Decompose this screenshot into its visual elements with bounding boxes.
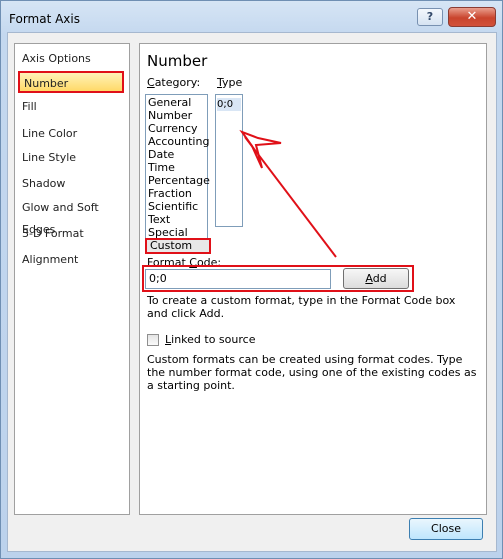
linked-to-source-label[interactable]: Linked to source xyxy=(165,333,255,346)
sidebar-item-3d-format[interactable]: 3-D Format xyxy=(18,223,124,245)
category-option-percentage[interactable]: Percentage xyxy=(148,174,210,187)
close-icon: ✕ xyxy=(466,9,478,24)
custom-format-help-text: Custom formats can be created using form… xyxy=(147,353,477,392)
category-option-custom[interactable]: Custom xyxy=(145,238,211,254)
category-option-time[interactable]: Time xyxy=(148,161,175,174)
category-sidebar: Axis Options Number Fill Line Color Line… xyxy=(14,43,130,515)
dialog-title: Format Axis xyxy=(9,12,80,26)
sidebar-item-number[interactable]: Number xyxy=(18,71,124,93)
category-option-date[interactable]: Date xyxy=(148,148,174,161)
section-title: Number xyxy=(147,52,208,70)
sidebar-item-glow-and-soft-edges[interactable]: Glow and Soft Edges xyxy=(18,197,124,236)
category-option-text[interactable]: Text xyxy=(148,213,170,226)
window-close-button[interactable]: ✕ xyxy=(448,7,496,27)
dialog-client-area: Axis Options Number Fill Line Color Line… xyxy=(7,32,497,552)
format-code-input[interactable]: 0;0 xyxy=(145,269,331,289)
category-option-general[interactable]: General xyxy=(148,96,191,109)
type-listbox[interactable]: 0;0 xyxy=(215,94,243,227)
sidebar-item-axis-options[interactable]: Axis Options xyxy=(18,48,124,70)
number-settings-pane: Number Category: Type General Number Cur… xyxy=(139,43,487,515)
category-option-number[interactable]: Number xyxy=(148,109,192,122)
linked-to-source-checkbox[interactable] xyxy=(147,334,159,346)
sidebar-item-alignment[interactable]: Alignment xyxy=(18,249,124,271)
format-axis-dialog: Format Axis ? ✕ Axis Options Number Fill… xyxy=(0,0,503,559)
help-button[interactable]: ? xyxy=(417,8,443,26)
category-listbox[interactable]: General Number Currency Accounting Date … xyxy=(145,94,211,254)
category-option-scientific[interactable]: Scientific xyxy=(148,200,198,213)
close-button[interactable]: Close xyxy=(409,518,483,540)
format-code-help-text: To create a custom format, type in the F… xyxy=(147,294,456,320)
sidebar-item-line-style[interactable]: Line Style xyxy=(18,147,124,169)
add-button[interactable]: Add xyxy=(343,268,409,289)
category-option-currency[interactable]: Currency xyxy=(148,122,198,135)
format-code-label: Format Code: xyxy=(147,256,222,269)
type-option[interactable]: 0;0 xyxy=(217,98,241,111)
category-label: Category: xyxy=(147,76,201,89)
sidebar-item-fill[interactable]: Fill xyxy=(18,96,124,118)
category-option-fraction[interactable]: Fraction xyxy=(148,187,192,200)
sidebar-item-line-color[interactable]: Line Color xyxy=(18,123,124,145)
sidebar-item-shadow[interactable]: Shadow xyxy=(18,173,124,195)
type-label: Type xyxy=(217,76,243,89)
category-option-accounting[interactable]: Accounting xyxy=(148,135,209,148)
